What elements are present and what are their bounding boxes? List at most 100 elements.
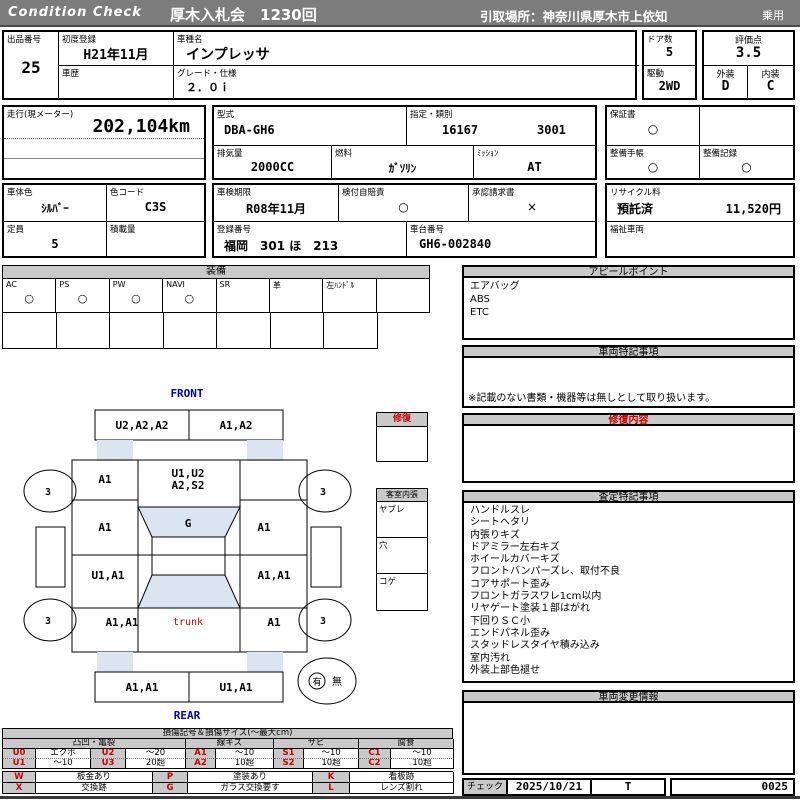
type-number-value: 3001 [537, 123, 566, 137]
front-left-corner-shade [97, 440, 133, 461]
class-number-value: 16167 [442, 123, 479, 137]
quarter-right-marks: A1 [267, 616, 281, 629]
repair-details-title: 修復内容 [462, 413, 795, 426]
mileage-divider-dotted [4, 138, 204, 139]
front-left-wheel-mark: 3 [45, 487, 51, 498]
displacement-label: 排気量 [217, 149, 243, 159]
exterior-grade-value: D [721, 79, 730, 94]
legend-size: 10超 [391, 759, 454, 769]
rear-bumper-right-marks: U1,A1 [219, 681, 252, 694]
equipment-label: 革 [272, 281, 281, 290]
equipment-mark: ○ [131, 292, 141, 305]
documents-box: 保証書 ○ 整備手帳 ○ 整備記録 ○ [605, 105, 795, 180]
appeal-body: エアバッグ ABS ETC [462, 278, 795, 340]
documents-empty-cell [700, 107, 793, 146]
model-name-value: インプレッサ [186, 47, 270, 63]
color-code-cell: 色コード C3S [107, 185, 204, 222]
equipment-mark: ○ [77, 292, 88, 305]
class-type-cell: 指定・類別 16167 3001 [407, 107, 595, 146]
displacement-value: 2000CC [250, 160, 295, 174]
legend-desc: レンズ割れ [350, 783, 454, 794]
warranty-mark: ○ [647, 122, 659, 136]
legend-size: 10超 [304, 759, 359, 769]
load-label: 積載量 [110, 225, 136, 235]
equipment-row-2 [2, 313, 378, 349]
front-fender-left-marks: A1 [98, 473, 112, 486]
model-code-value: DBA-GH6 [224, 123, 275, 137]
appeal-item: ABS [470, 294, 490, 305]
pickup-location: 引取場所：神奈川県厚木市上依知 [480, 9, 668, 24]
equipment-empty-cell [163, 313, 217, 349]
diagram-front-label: FRONT [170, 387, 203, 400]
repair-marks-legend: W 板金あり P 塗装あり K 看板跡 X 交換跡 G ガラス交換要す L レン… [2, 771, 454, 794]
rear-left-corner-shade [97, 652, 133, 672]
history-label: 車歴 [62, 69, 80, 79]
recycle-box: リサイクル料 預託済 11,520円 福祉車両 [605, 183, 795, 258]
sheet-number: 0025 [670, 778, 795, 796]
approval-label: 承認請求書 [472, 188, 515, 198]
check-label: チェック [464, 780, 508, 794]
special-notes-title: 車両特記事項 [462, 345, 795, 358]
body-color-label: 車体色 [7, 188, 33, 198]
chassis-cell: 車台番号 GH6-002840 [407, 222, 595, 256]
equipment-cell-ac: AC ○ [3, 279, 57, 313]
assessment-item: 内張りキズ [470, 529, 520, 541]
legend-size: エクボ [36, 749, 91, 759]
change-info-title: 車両変更情報 [462, 690, 795, 703]
hood-marks-line2: A2,S2 [171, 479, 204, 492]
doors-value: 5 [665, 45, 674, 59]
legend-desc: 交換跡 [36, 783, 153, 794]
legend-desc: ガラス交換要す [188, 783, 313, 794]
welfare-cell: 福祉車両 [607, 222, 793, 256]
front-door-left-marks: A1 [98, 521, 112, 534]
legend-code: G [153, 783, 188, 794]
equipment-row-1: AC ○ PS ○ PW ○ NAVI ○ SR 革 左ﾊﾝﾄﾞﾙ [2, 279, 430, 313]
equipment-cell-sr: SR [216, 279, 270, 313]
drive-label: 駆動 [647, 69, 665, 79]
equipment-cell-leather: 革 [269, 279, 324, 313]
appeal-item: ETC [470, 307, 489, 318]
plate-label: 登録番号 [217, 225, 252, 235]
capacity-label: 定員 [7, 225, 25, 235]
history-cell: 車歴 [59, 66, 174, 98]
legend-group: サビ [274, 739, 359, 749]
repair-marks-row-2: X 交換跡 G ガラス交換要す L レンズ割れ [2, 783, 454, 794]
front-right-wheel-mark: 3 [320, 487, 326, 498]
equipment-mark: ○ [184, 292, 195, 305]
quarter-left-marks: A1,A1 [105, 616, 138, 629]
legend-group: 線キズ [186, 739, 274, 749]
rear-left-wheel-mark: 3 [45, 616, 51, 627]
grade-value: ２．０ｉ [186, 81, 230, 94]
transmission-value: AT [527, 160, 542, 174]
interior-grade-cell: 内装 C [748, 66, 793, 98]
fuel-cell: 燃料 ｶﾞｿﾘﾝ [332, 146, 474, 178]
assessment-body: ハンドルスレ シートヘタリ 内張りキズ ドアミラー左右キズ ホイールカバーキズ … [462, 503, 795, 683]
color-code-label: 色コード [110, 188, 145, 198]
equipment-empty-cell [217, 313, 271, 349]
assessment-item: 室内汚れ [470, 652, 510, 664]
model-code-label: 型式 [217, 110, 235, 120]
assessment-title: 査定特記事項 [462, 490, 795, 503]
assessment-item: コアサポート歪み [470, 578, 550, 590]
legend-code: W [3, 772, 36, 783]
equipment-empty-cell [324, 313, 378, 349]
legend-size: 〜10 [36, 759, 91, 769]
first-registration-value: H21年11月 [83, 48, 149, 63]
color-code-value: C3S [144, 200, 167, 214]
equipment-cell-ps: PS ○ [56, 279, 110, 313]
legend-code: X [3, 783, 36, 794]
legend-code: S2 [274, 759, 304, 769]
maintenance-record-mark: ○ [741, 160, 752, 174]
legend-size: 10超 [216, 759, 274, 769]
assessment-item: 外装上部色褪せ [470, 664, 540, 676]
repair-mini-body [376, 427, 428, 462]
equipment-title: 装備 [2, 265, 430, 279]
equipment-label: SR [219, 280, 231, 289]
rear-door-left-marks: U1,A1 [91, 569, 124, 582]
exterior-grade-cell: 外装 D [704, 66, 748, 98]
equipment-empty-cell [110, 313, 164, 349]
equipment-cell-pw: PW ○ [109, 279, 164, 313]
legend-code: L [313, 783, 350, 794]
recycle-cell: リサイクル料 預託済 11,520円 [607, 185, 793, 222]
drive-cell: 駆動 2WD [644, 66, 695, 98]
